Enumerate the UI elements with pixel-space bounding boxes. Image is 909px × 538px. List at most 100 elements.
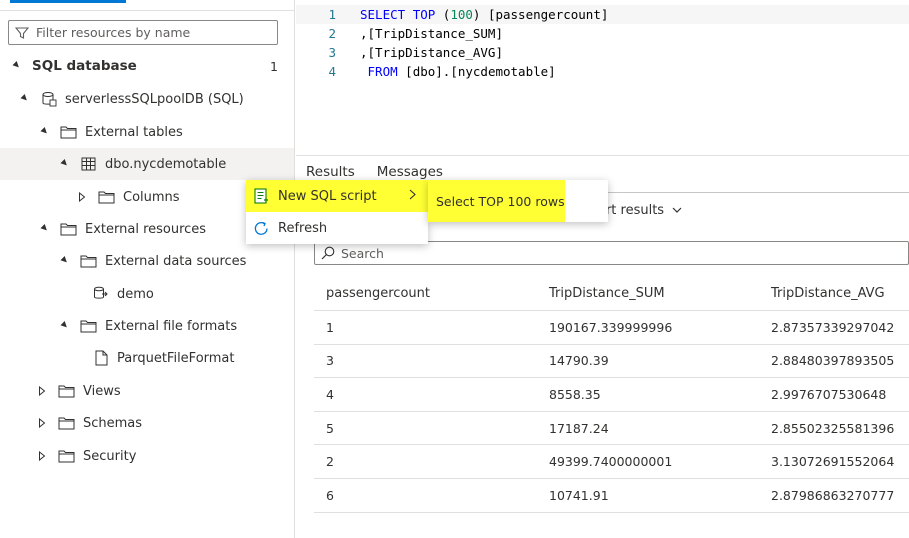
chevron-down-icon[interactable]	[38, 223, 50, 235]
chevron-down-icon[interactable]	[58, 158, 70, 170]
line-number: 3	[328, 45, 336, 60]
table-cell: 1	[326, 319, 334, 335]
code-line[interactable]: 4 FROM [dbo].[nycdemotable]	[296, 62, 909, 81]
folder-icon	[58, 384, 75, 399]
column-header[interactable]: TripDistance_AVG	[771, 286, 885, 301]
chevron-right-icon[interactable]	[76, 191, 88, 203]
table-icon	[80, 157, 97, 172]
filter-box[interactable]	[8, 20, 278, 45]
tree-item-parquet-file-format[interactable]: ParquetFileFormat	[0, 342, 294, 374]
tree-item-security[interactable]: Security	[0, 440, 294, 472]
folder-icon	[58, 416, 75, 431]
folder-icon	[60, 125, 77, 140]
section-count: 1	[270, 58, 278, 74]
table-cell: 2.88480397893505	[771, 353, 895, 369]
folder-icon	[80, 254, 97, 269]
filter-icon	[15, 26, 29, 39]
tree-item-label: External resources	[85, 221, 207, 237]
table-cell: 6	[326, 487, 334, 503]
code-line[interactable]: 2 ,[TripDistance_SUM]	[296, 24, 909, 43]
table-cell: 10741.91	[549, 487, 609, 503]
file-icon	[92, 350, 109, 366]
folder-icon	[98, 190, 115, 205]
tree-item-external-file-formats[interactable]: External file formats	[0, 310, 294, 342]
chevron-down-icon[interactable]	[58, 320, 70, 332]
table-cell: 14790.39	[549, 353, 609, 369]
table-cell: 17187.24	[549, 420, 609, 436]
folder-icon	[60, 222, 77, 237]
sql-editor[interactable]: 1 SELECT TOP (100) [passengercount] 2 ,[…	[296, 0, 909, 156]
chevron-down-icon	[672, 207, 682, 213]
tree-item-database[interactable]: serverlessSQLpoolDB (SQL)	[0, 83, 294, 115]
chevron-down-icon[interactable]	[18, 93, 30, 105]
table-cell: 190167.339999996	[549, 319, 673, 335]
table-cell: 4	[326, 386, 334, 402]
folder-icon	[80, 319, 97, 334]
table-row[interactable]: 2 49399.7400000001 3.13072691552064	[314, 445, 909, 479]
tree-item-label: External tables	[85, 124, 183, 140]
table-cell: 2.9976707530648	[771, 386, 887, 402]
tree-item-external-tables[interactable]: External tables	[0, 116, 294, 148]
tree-item-external-data-sources[interactable]: External data sources	[0, 245, 294, 277]
context-menu: New SQL script Refresh	[246, 180, 428, 244]
table-row[interactable]: 3 14790.39 2.88480397893505	[314, 345, 909, 379]
menu-item-label: New SQL script	[278, 188, 377, 204]
resource-explorer-panel: SQL database 1 serverlessSQLpoolDB (SQL)…	[0, 0, 295, 538]
export-results-button[interactable]: ort results	[598, 203, 682, 218]
chevron-down-icon[interactable]	[38, 126, 50, 138]
table-cell: 2.87357339297042	[771, 319, 895, 335]
tree-item-nycdemotable[interactable]: dbo.nycdemotable	[0, 148, 294, 180]
results-search-box[interactable]	[314, 241, 909, 265]
line-number: 1	[328, 7, 336, 22]
code-text[interactable]: ,[TripDistance_SUM]	[360, 26, 503, 41]
filter-input[interactable]	[36, 25, 266, 40]
panel-divider	[0, 10, 295, 11]
tree-item-label: Columns	[123, 189, 180, 205]
table-row[interactable]: 6 10741.91 2.87986863270777	[314, 479, 909, 513]
menu-item-label: Refresh	[278, 220, 328, 236]
column-header[interactable]: TripDistance_SUM	[549, 286, 665, 301]
tree-item-label: Schemas	[83, 415, 143, 431]
tree-item-label: dbo.nycdemotable	[105, 156, 227, 172]
chevron-down-icon[interactable]	[58, 255, 70, 267]
table-row[interactable]: 1 190167.339999996 2.87357339297042	[314, 311, 909, 345]
tree-item-label: External data sources	[105, 253, 247, 269]
line-number: 4	[328, 64, 336, 79]
tree-item-label: External file formats	[105, 318, 238, 334]
sql-database-section[interactable]: SQL database 1	[0, 50, 294, 82]
code-text[interactable]: ,[TripDistance_AVG]	[360, 45, 503, 60]
menu-item-refresh[interactable]: Refresh	[246, 212, 428, 244]
code-line[interactable]: 3 ,[TripDistance_AVG]	[296, 43, 909, 62]
tree-item-label: Security	[83, 448, 137, 464]
chevron-right-icon[interactable]	[36, 417, 48, 429]
chevron-down-icon[interactable]	[10, 60, 22, 72]
submenu: Select TOP 100 rows	[428, 180, 608, 222]
table-cell: 5	[326, 420, 334, 436]
code-text[interactable]: SELECT TOP (100) [passengercount]	[360, 7, 608, 22]
results-search-input[interactable]	[341, 245, 841, 261]
results-grid: passengercount TripDistance_SUM TripDist…	[314, 276, 909, 513]
tree-item-demo[interactable]: demo	[0, 278, 294, 310]
tree-item-views[interactable]: Views	[0, 375, 294, 407]
chevron-right-icon[interactable]	[36, 385, 48, 397]
table-row[interactable]: 5 17187.24 2.85502325581396	[314, 412, 909, 446]
code-text[interactable]: FROM [dbo].[nycdemotable]	[360, 64, 556, 79]
data-source-icon	[92, 286, 109, 302]
tree-item-label: serverlessSQLpoolDB (SQL)	[65, 91, 244, 107]
table-cell: 8558.35	[549, 386, 601, 402]
grid-header-row: passengercount TripDistance_SUM TripDist…	[314, 276, 909, 311]
tree-item-label: ParquetFileFormat	[117, 350, 235, 366]
menu-item-new-sql-script[interactable]: New SQL script	[246, 180, 428, 212]
database-icon	[40, 92, 57, 107]
chevron-right-icon[interactable]	[36, 450, 48, 462]
sql-script-icon	[252, 187, 270, 205]
section-title: SQL database	[32, 58, 137, 74]
code-line[interactable]: 1 SELECT TOP (100) [passengercount]	[296, 5, 909, 24]
table-cell: 2	[326, 454, 334, 470]
folder-icon	[58, 449, 75, 464]
table-row[interactable]: 4 8558.35 2.9976707530648	[314, 378, 909, 412]
column-header[interactable]: passengercount	[326, 286, 430, 301]
submenu-item-select-top-100[interactable]: Select TOP 100 rows	[428, 180, 565, 222]
table-cell: 2.85502325581396	[771, 420, 895, 436]
tree-item-schemas[interactable]: Schemas	[0, 407, 294, 439]
